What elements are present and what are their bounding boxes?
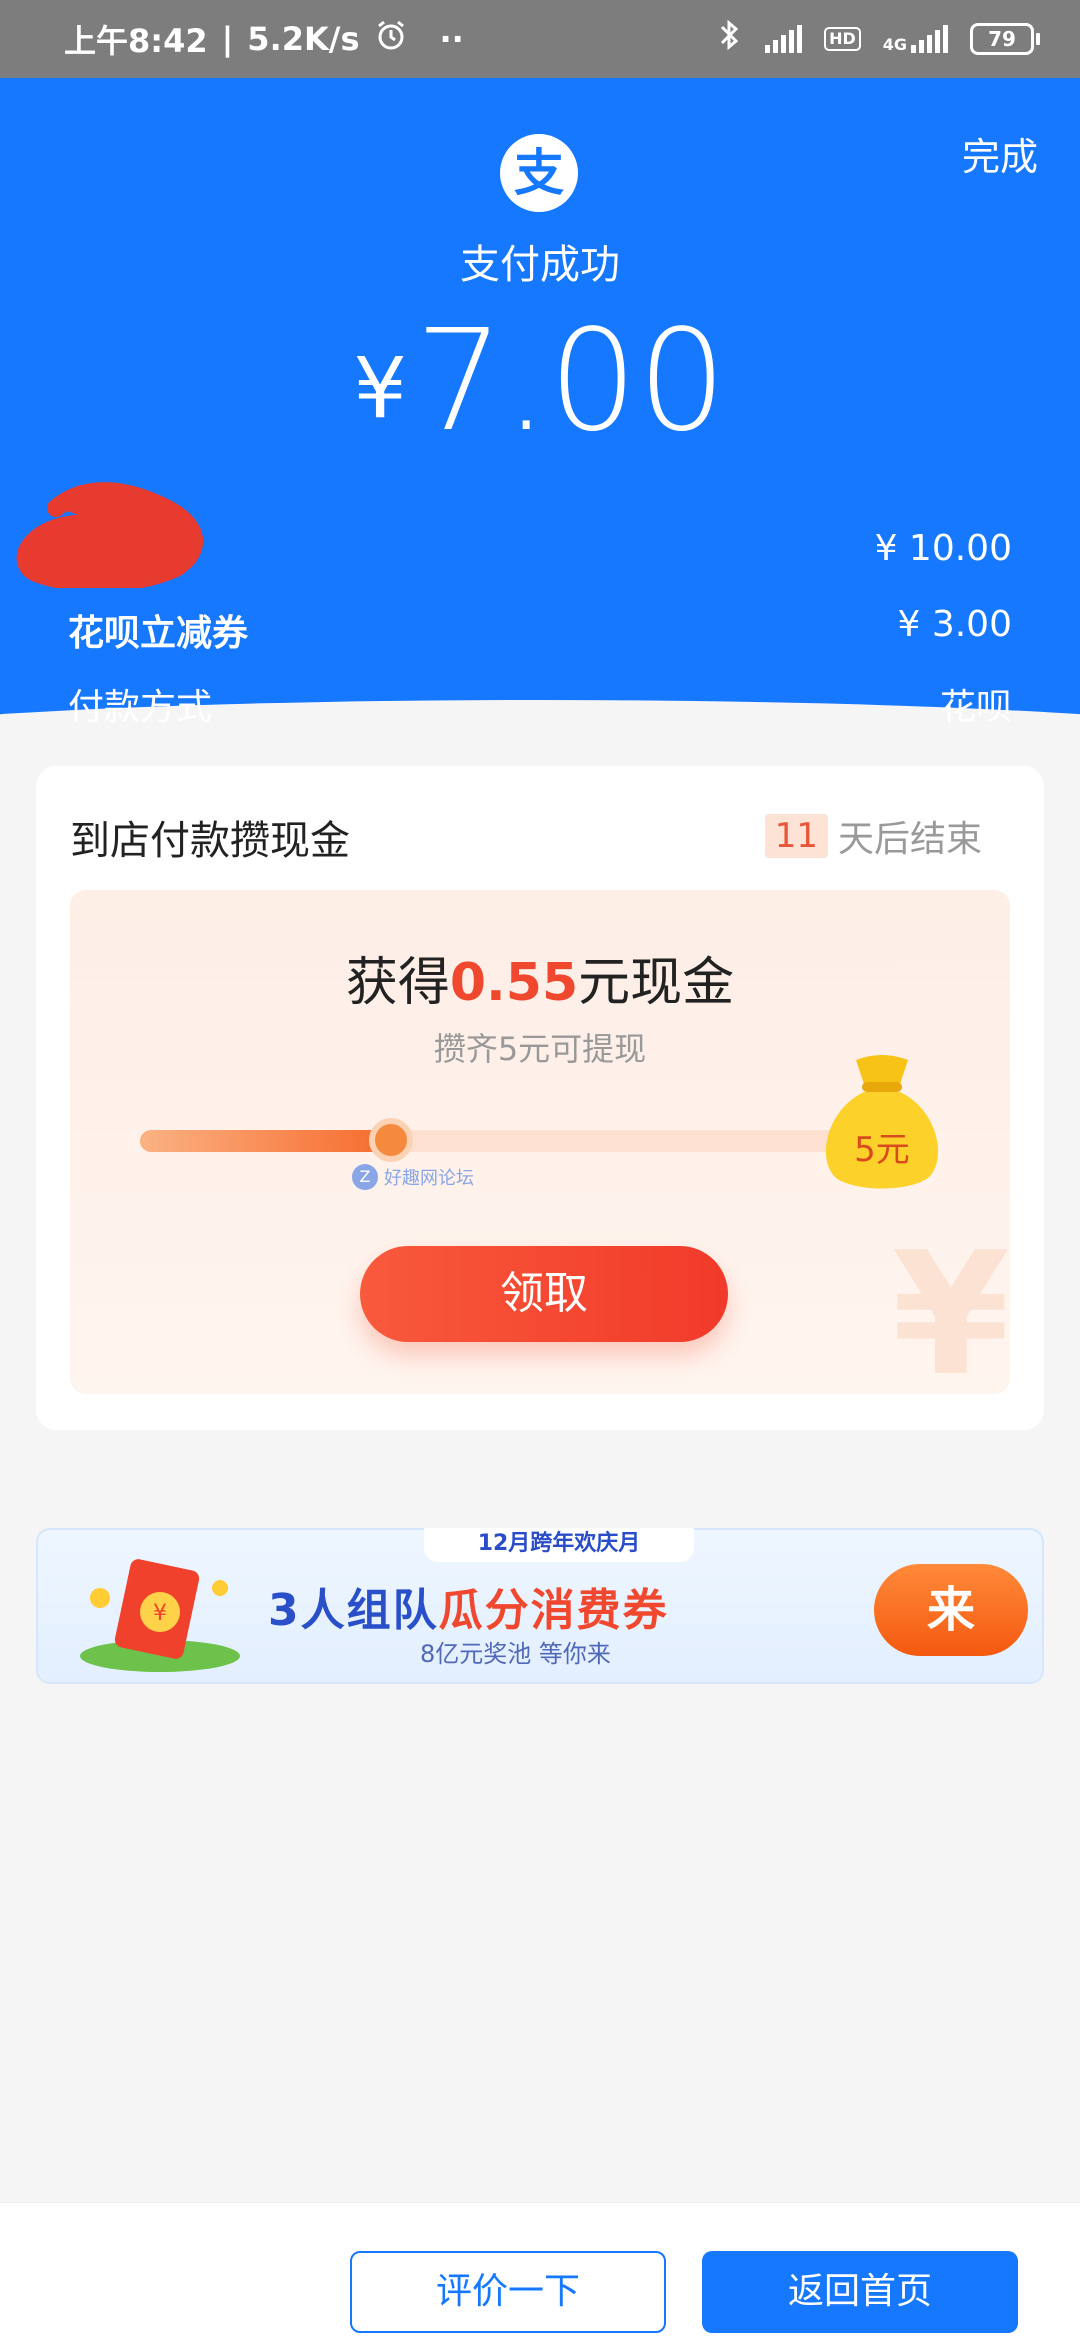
bluetooth-icon [717,18,743,60]
banner-tag: 12月跨年欢庆月 [424,1528,694,1562]
discount-amount: ¥ 3.00 [897,604,1012,645]
reward-prefix: 获得 [345,953,450,1013]
original-amount-row: ¥ 10.00 [68,528,1012,569]
progress-knob [369,1118,413,1162]
days-left: 11 [764,814,828,858]
banner-headline-highlight: 瓜分消费券 [438,1585,669,1636]
yuan-decoration-icon: ¥ [891,1216,1010,1394]
watermark-text: 好趣网论坛 [384,1168,474,1189]
banner-headline-prefix: 3人组队 [268,1585,439,1636]
reward-box: ¥ 获得0.55元现金 攒齐5元可提现 Z 好趣网论坛 5元 领取 [70,890,1010,1394]
watermark-icon: Z [352,1164,378,1190]
banner-subtitle: 8亿元奖池 等你来 [420,1640,611,1668]
alipay-logo: 支 [500,134,578,212]
progress-fill [140,1130,391,1152]
reward-title: 获得0.55元现金 [70,940,1010,1015]
signal-icon [765,25,803,53]
discount-row: 花呗立减券 ¥ 3.00 [68,604,1012,656]
home-button[interactable]: 返回首页 [702,2251,1018,2333]
currency-symbol: ¥ [353,339,407,437]
rate-button[interactable]: 评价一下 [350,2251,666,2333]
hd-badge: HD [824,27,861,51]
banner-headline: 3人组队瓜分消费券 [268,1574,669,1638]
status-separator: | [221,20,234,58]
claim-button[interactable]: 领取 [360,1246,728,1342]
days-suffix: 天后结束 [837,819,982,860]
discount-label: 花呗立减券 [68,613,249,654]
battery-icon: 79 [970,23,1040,55]
status-time: 上午8:42 [64,22,208,60]
battery-level: 79 [970,23,1034,55]
status-bar: 上午8:42 | 5.2K/s ·· HD 4G 79 [0,0,1080,78]
payment-amount: ¥7.00 [0,300,1080,463]
bottom-action-bar: 评价一下 返回首页 [0,2202,1080,2340]
alarm-icon [374,18,408,60]
payment-method-label: 付款方式 [68,687,213,728]
svg-text:¥: ¥ [153,1601,167,1626]
card-title: 到店付款攒现金 [70,818,350,864]
reward-value: 0.55 [449,953,579,1013]
done-button[interactable]: 完成 [962,126,1038,181]
reward-suffix: 元现金 [578,953,735,1013]
promo-banner[interactable]: 12月跨年欢庆月 ¥ 3人组队瓜分消费券 8亿元奖池 等你来 来 [36,1528,1044,1684]
goal-label: 5元 [854,1130,910,1170]
amount-value: 7.00 [414,300,727,463]
cashback-card: 到店付款攒现金 11 天后结束 ¥ 获得0.55元现金 攒齐5元可提现 Z 好趣… [36,766,1044,1430]
money-bag-icon: 5元 [816,1050,948,1190]
payment-status: 支付成功 [460,242,620,288]
network-type: 4G [882,35,907,54]
countdown: 11 天后结束 [764,810,982,862]
status-net-speed: 5.2K/s [247,20,360,58]
more-notifications-icon: ·· [439,20,464,58]
banner-cta-button[interactable]: 来 [874,1564,1028,1656]
payment-method-row: 付款方式 花呗 [68,678,1012,730]
red-envelope-icon: ¥ [80,1559,240,1672]
original-amount: ¥ 10.00 [874,528,1012,569]
mobile-signal-icon: 4G [883,25,948,53]
progress-track [140,1118,880,1162]
watermark: Z 好趣网论坛 [352,1164,474,1190]
payment-method-value: 花呗 [939,687,1012,728]
